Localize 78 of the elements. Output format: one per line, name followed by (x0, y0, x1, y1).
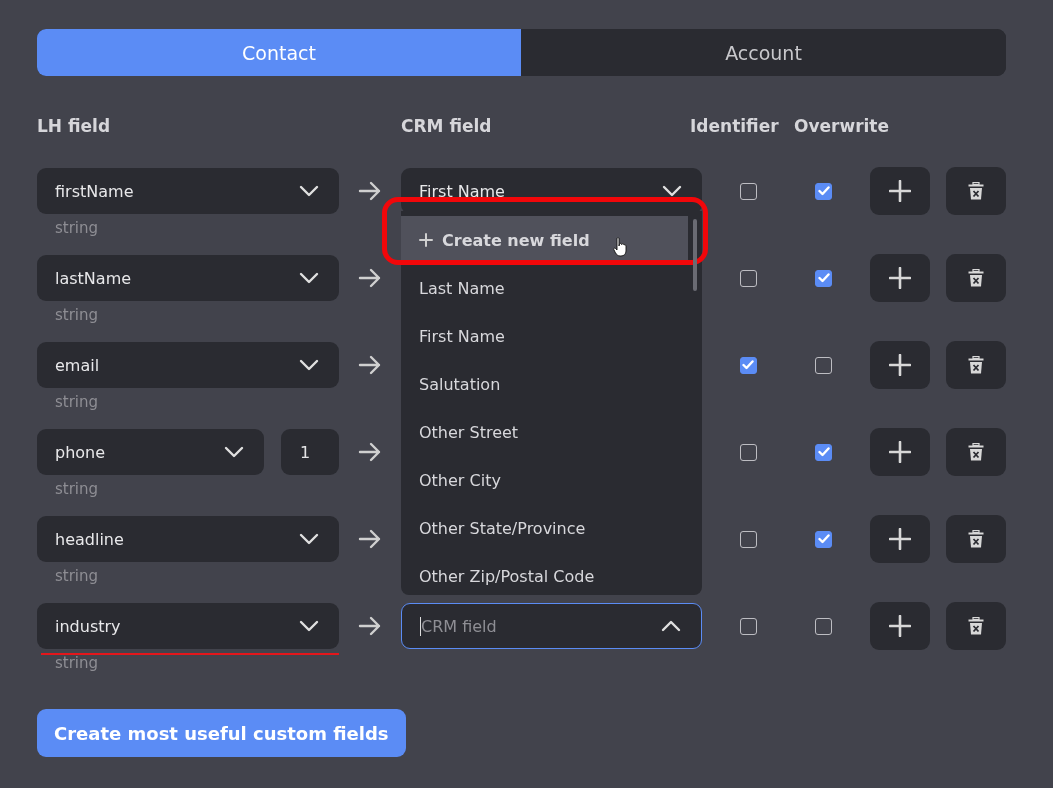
count-field[interactable]: 1 (281, 429, 339, 475)
arrow-right-icon (358, 355, 382, 375)
plus-icon (889, 354, 911, 376)
checkbox[interactable] (739, 443, 757, 461)
trash-icon (968, 269, 984, 287)
chevron-down-icon (299, 359, 319, 371)
trash-icon (968, 443, 984, 461)
lh-field-select[interactable]: email (37, 342, 339, 388)
plus-icon (889, 267, 911, 289)
delete-button[interactable] (946, 167, 1006, 215)
arrow-right-icon (358, 181, 382, 201)
checkbox[interactable] (739, 269, 757, 287)
arrow-right-icon (358, 529, 382, 549)
chevron-down-icon (299, 272, 319, 284)
add-button[interactable] (870, 602, 930, 650)
lh-field-select[interactable]: lastName (37, 255, 339, 301)
dropdown-option[interactable]: Salutation (401, 360, 688, 408)
type-label: string (55, 567, 100, 585)
delete-button[interactable] (946, 254, 1006, 302)
chevron-down-icon (299, 185, 319, 197)
plus-icon (889, 180, 911, 202)
add-button[interactable] (870, 254, 930, 302)
arrow-right-icon (358, 442, 382, 462)
arrow-right-icon (358, 616, 382, 636)
chevron-down-icon (224, 446, 244, 458)
delete-button[interactable] (946, 341, 1006, 389)
dropdown-option[interactable]: Other Street (401, 408, 688, 456)
checkbox[interactable] (815, 617, 832, 635)
trash-icon (968, 182, 984, 200)
checkbox[interactable] (739, 530, 757, 548)
checkbox[interactable] (815, 269, 832, 287)
checkbox[interactable] (815, 182, 832, 200)
type-label: string (55, 393, 100, 411)
type-label: string (55, 480, 100, 498)
dropdown-option[interactable]: Last Name (401, 264, 688, 312)
dropdown-option[interactable]: Other State/Province (401, 504, 688, 552)
delete-button[interactable] (946, 515, 1006, 563)
add-button[interactable] (870, 341, 930, 389)
lh-field-select[interactable]: industry (37, 603, 339, 649)
add-button[interactable] (870, 428, 930, 476)
checkbox[interactable] (815, 530, 832, 548)
column-header: Overwrite (794, 116, 890, 136)
lh-field-select[interactable]: phone (37, 429, 264, 475)
checkbox[interactable] (739, 182, 757, 200)
column-header: LH field (37, 116, 112, 136)
chevron-down-icon (299, 533, 319, 545)
trash-icon (968, 530, 984, 548)
column-header: Identifier (690, 116, 780, 136)
type-label: string (55, 219, 100, 237)
lh-field-select[interactable]: headline (37, 516, 339, 562)
trash-icon (968, 617, 984, 635)
hand-cursor-icon (613, 237, 627, 257)
plus-icon (419, 233, 433, 247)
type-label: string (55, 306, 100, 324)
column-header: CRM field (401, 116, 493, 136)
delete-button[interactable] (946, 602, 1006, 650)
chevron-down-icon (662, 185, 682, 197)
add-button[interactable] (870, 515, 930, 563)
chevron-up-icon (661, 620, 681, 632)
dropdown-option[interactable]: Other Zip/Postal Code (401, 552, 688, 600)
crm-field-select[interactable]: CRM field (401, 603, 702, 649)
dropdown-option[interactable]: First Name (401, 312, 688, 360)
checkbox[interactable] (815, 356, 832, 374)
checkbox[interactable] (739, 356, 757, 374)
scrollbar[interactable] (693, 219, 697, 291)
dropdown-option[interactable]: Other City (401, 456, 688, 504)
trash-icon (968, 356, 984, 374)
checkbox[interactable] (739, 617, 757, 635)
add-button[interactable] (870, 167, 930, 215)
plus-icon (889, 615, 911, 637)
type-label: string (55, 654, 100, 672)
lh-field-select[interactable]: firstName (37, 168, 339, 214)
delete-button[interactable] (946, 428, 1006, 476)
chevron-down-icon (299, 620, 319, 632)
plus-icon (889, 528, 911, 550)
arrow-right-icon (358, 268, 382, 288)
plus-icon (889, 441, 911, 463)
checkbox[interactable] (815, 443, 832, 461)
